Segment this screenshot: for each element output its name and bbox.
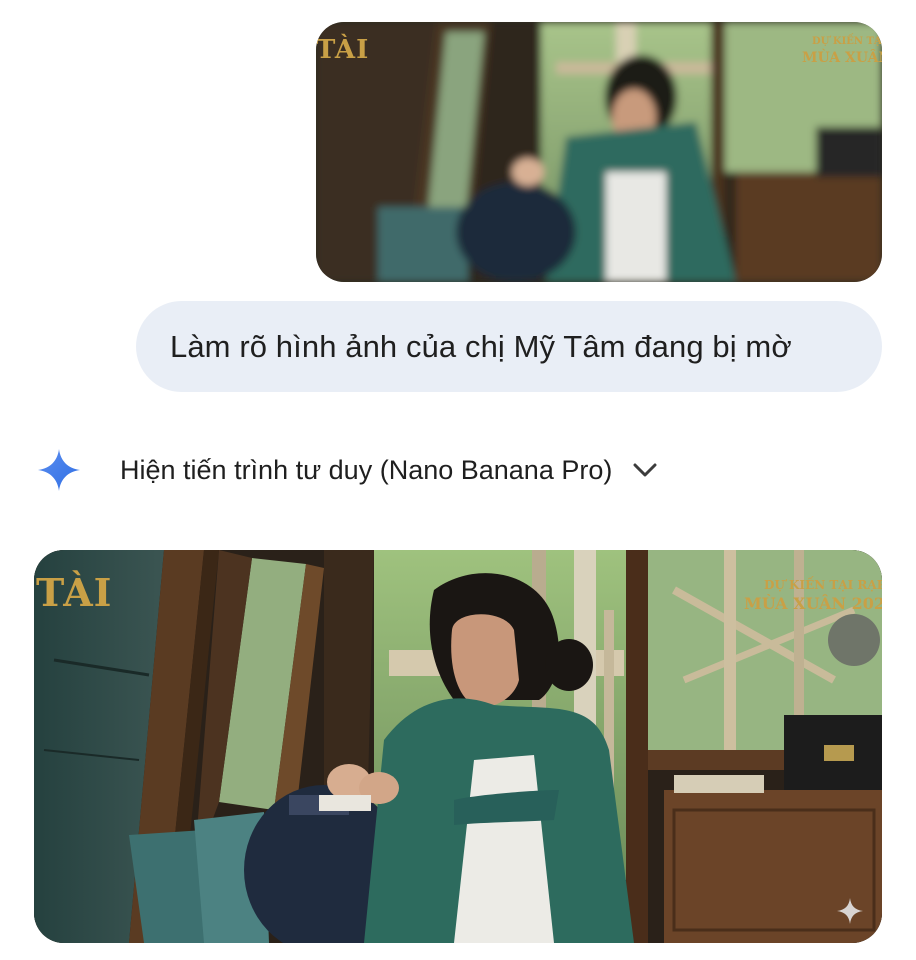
sparkle-icon bbox=[837, 898, 863, 924]
overlay-title-text: TÀI bbox=[36, 570, 113, 615]
show-thinking-toggle[interactable]: Hiện tiến trình tư duy (Nano Banana Pro) bbox=[36, 446, 660, 494]
user-attached-image[interactable]: TÀI DỰ KIẾN TẠI RẠP MÙA XUÂN 202 bbox=[316, 22, 882, 282]
overlay-line1-text: DỰ KIẾN TẠI RẠP bbox=[764, 578, 882, 592]
generated-image[interactable]: TÀI DỰ KIẾN TẠI RẠP MÙA XUÂN 202 bbox=[34, 550, 882, 943]
overlay-line2-text: MÙA XUÂN 202 bbox=[744, 594, 882, 613]
thinking-toggle-label: Hiện tiến trình tư duy (Nano Banana Pro) bbox=[120, 454, 613, 485]
chat-page: TÀI DỰ KIẾN TẠI RẠP MÙA XUÂN 202 Làm rõ … bbox=[0, 0, 916, 960]
user-message-bubble[interactable]: Làm rõ hình ảnh của chị Mỹ Tâm đang bị m… bbox=[136, 301, 882, 392]
overlay-line1-text: DỰ KIẾN TẠI RẠP bbox=[812, 34, 882, 47]
overlay-title-text: TÀI bbox=[316, 33, 369, 65]
user-message-text: Làm rõ hình ảnh của chị Mỹ Tâm đang bị m… bbox=[170, 328, 792, 364]
overlay-line2-text: MÙA XUÂN 202 bbox=[802, 48, 882, 66]
blurry-photo: TÀI DỰ KIẾN TẠI RẠP MÙA XUÂN 202 bbox=[316, 22, 882, 282]
chevron-down-icon bbox=[630, 455, 660, 485]
gemini-sparkle-icon bbox=[36, 447, 82, 493]
